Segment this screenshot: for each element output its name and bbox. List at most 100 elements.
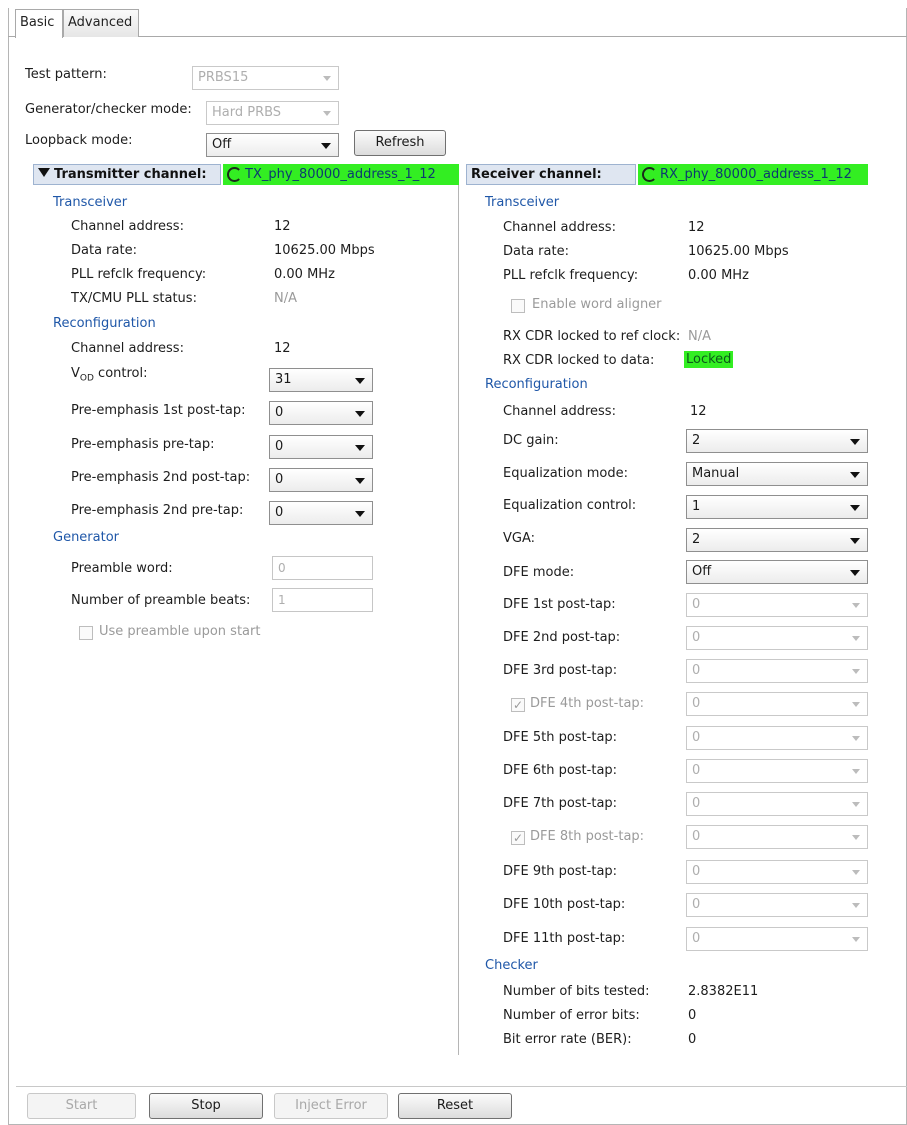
chevron-down-icon [852,870,860,875]
rx-channel-address-label: Channel address: [503,220,616,235]
vod-control-select[interactable]: 31 [269,368,373,392]
preamble-word-label: Preamble word: [71,561,173,576]
chevron-down-icon [852,702,860,707]
equalization-control-select[interactable]: 1 [686,495,868,519]
dfe-tap-select[interactable]: 0 [686,893,868,917]
preamble-beats-input[interactable]: 1 [272,588,373,612]
pre-emphasis-pre-tap-select[interactable]: 0 [269,435,373,459]
rx-transceiver-section: Transceiver [485,195,560,210]
rx-reconfig-channel-address-value: 12 [690,404,707,419]
loopback-mode-select[interactable]: Off [206,133,339,157]
rx-cdr-data-label: RX CDR locked to data: [503,353,655,368]
tx-reconfig-channel-address-value: 12 [274,341,291,356]
transmitter-channel-header[interactable]: Transmitter channel: [33,164,221,185]
tx-channel-address-label: Channel address: [71,219,184,234]
tab-advanced[interactable]: Advanced [63,9,139,37]
chevron-down-icon [323,111,331,116]
chevron-down-icon [850,505,860,511]
vod-control-label: VOD control: [71,366,148,384]
rx-channel-status[interactable]: RX_phy_80000_address_1_12 [638,164,868,185]
error-bits-value: 0 [688,1008,697,1023]
chevron-down-icon [323,76,331,81]
dfe-mode-select[interactable]: Off [686,560,868,584]
generator-checker-mode-select[interactable]: Hard PRBS [206,101,339,125]
chevron-down-icon [852,736,860,741]
pre-emphasis-2nd-pre-tap-label: Pre-emphasis 2nd pre-tap: [71,503,244,518]
rx-reconfig-channel-address-label: Channel address: [503,404,616,419]
bottom-divider [16,1086,907,1087]
dfe-tap-select[interactable]: 0 [686,659,868,683]
dfe-tap-select[interactable]: 0 [686,860,868,884]
tx-generator-section: Generator [53,530,120,545]
column-divider [458,185,459,1055]
rx-cdr-ref-label: RX CDR locked to ref clock: [503,329,681,344]
tx-data-rate-label: Data rate: [71,243,137,258]
pre-emphasis-1st-post-tap-select[interactable]: 0 [269,401,373,425]
chevron-down-icon [850,570,860,576]
chevron-down-icon [321,143,331,149]
rx-reconfiguration-section: Reconfiguration [485,377,588,392]
loopback-mode-label: Loopback mode: [25,133,133,148]
dfe-8th-post-tap-checkbox[interactable]: ✓ [511,831,525,845]
vga-select[interactable]: 2 [686,528,868,552]
sync-icon [227,167,242,182]
rx-cdr-data-status: Locked [684,351,734,368]
chevron-down-icon [852,835,860,840]
test-pattern-select[interactable]: PRBS15 [192,66,339,90]
dfe-4th-post-tap-checkbox[interactable]: ✓ [511,698,525,712]
dfe-tap-label: DFE 10th post-tap: [503,897,626,912]
dfe-tap-select[interactable]: 0 [686,759,868,783]
checkmark-icon: ✓ [513,698,524,712]
enable-word-aligner-checkbox[interactable] [511,299,525,313]
tx-transceiver-section: Transceiver [53,195,128,210]
dfe-tap-label: DFE 6th post-tap: [503,763,618,778]
dfe-tap-label: DFE 1st post-tap: [503,597,616,612]
dfe-tap-select[interactable]: 0 [686,726,868,750]
dfe-tap-select[interactable]: 0 [686,692,868,716]
tab-bar-line [8,36,907,37]
use-preamble-checkbox[interactable] [79,626,93,640]
equalization-control-label: Equalization control: [503,498,637,513]
inject-error-button[interactable]: Inject Error [274,1093,388,1119]
equalization-mode-select[interactable]: Manual [686,462,868,486]
tx-pll-refclk-label: PLL refclk frequency: [71,267,207,282]
dfe-tap-label: DFE 11th post-tap: [503,931,626,946]
reset-button[interactable]: Reset [398,1093,512,1119]
dfe-tap-select[interactable]: 0 [686,792,868,816]
dfe-tap-select[interactable]: 0 [686,825,868,849]
sync-icon [642,167,657,182]
stop-button[interactable]: Stop [149,1093,263,1119]
chevron-down-icon [355,378,365,384]
dc-gain-select[interactable]: 2 [686,429,868,453]
dfe-tap-label: DFE 3rd post-tap: [503,663,618,678]
preamble-beats-label: Number of preamble beats: [71,593,251,608]
chevron-down-icon [850,472,860,478]
receiver-channel-header[interactable]: Receiver channel: [466,164,636,185]
dfe-tap-label: DFE 8th post-tap: [530,829,645,844]
dfe-tap-select[interactable]: 0 [686,626,868,650]
rx-channel-address-value: 12 [688,220,705,235]
equalization-mode-label: Equalization mode: [503,466,628,481]
pre-emphasis-2nd-post-tap-select[interactable]: 0 [269,468,373,492]
pre-emphasis-2nd-pre-tap-select[interactable]: 0 [269,501,373,525]
rx-data-rate-value: 10625.00 Mbps [688,244,789,259]
dfe-tap-label: DFE 7th post-tap: [503,796,618,811]
tx-pll-refclk-value: 0.00 MHz [274,267,335,282]
pre-emphasis-1st-post-tap-label: Pre-emphasis 1st post-tap: [71,403,246,418]
start-button[interactable]: Start [27,1093,136,1119]
chevron-down-icon [355,445,365,451]
dfe-tap-select[interactable]: 0 [686,593,868,617]
preamble-word-input[interactable]: 0 [272,556,373,580]
chevron-down-icon [850,439,860,445]
tx-channel-status[interactable]: TX_phy_80000_address_1_12 [223,164,459,185]
tab-basic[interactable]: Basic [15,9,63,38]
dfe-tap-label: DFE 9th post-tap: [503,864,618,879]
dfe-tap-select[interactable]: 0 [686,927,868,951]
chevron-down-icon [852,603,860,608]
dfe-tap-label: DFE 5th post-tap: [503,730,618,745]
ber-label: Bit error rate (BER): [503,1032,632,1047]
chevron-down-icon [852,903,860,908]
tx-data-rate-value: 10625.00 Mbps [274,243,375,258]
tx-cmu-pll-status-value: N/A [274,291,297,306]
refresh-button[interactable]: Refresh [354,130,446,156]
